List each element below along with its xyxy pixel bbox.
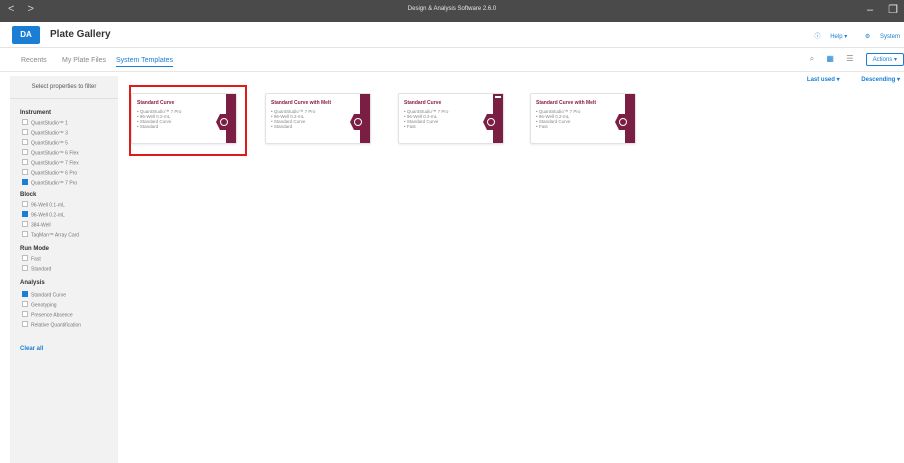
filter-option-label: QuantStudio™ 6 Flex (31, 150, 79, 157)
filter-option[interactable]: Relative Quantification (22, 321, 82, 329)
checkbox[interactable] (22, 255, 28, 261)
filter-option-label: QuantStudio™ 7 Flex (31, 160, 79, 167)
filter-option-label: QuantStudio™ 6 Pro (31, 170, 78, 177)
filter-option-label: Standard (31, 266, 52, 273)
filter-option[interactable]: QuantStudio™ 5 (22, 139, 68, 147)
search-icon[interactable]: ⌕ (810, 54, 814, 64)
filter-option-label: TaqMan™ Array Card (31, 232, 80, 239)
template-card-property: • Standard (271, 124, 293, 129)
filter-option-label: Genotyping (31, 302, 57, 309)
filter-option[interactable]: 96-Well 0.1-mL (22, 201, 65, 209)
filter-option[interactable]: QuantStudio™ 7 Flex (22, 159, 79, 167)
filter-option-label: QuantStudio™ 7 Pro (31, 180, 78, 187)
filter-option-label: Fast (31, 256, 41, 263)
template-card[interactable]: Standard Curve with Melt • QuantStudio™ 7… (530, 93, 636, 144)
filter-section-title: Block (20, 192, 37, 198)
filter-option[interactable]: 96-Well 0.2-mL (22, 211, 65, 219)
filter-option-label: Presence Absence (31, 312, 73, 319)
checkbox[interactable] (22, 129, 28, 135)
template-card[interactable]: Standard Curve • QuantStudio™ 7 Pro • 96-W… (398, 93, 504, 144)
grid-view-icon[interactable]: ▦ (826, 54, 834, 63)
filter-option[interactable]: QuantStudio™ 6 Flex (22, 149, 79, 157)
filter-option-label: QuantStudio™ 5 (31, 140, 68, 147)
app-logo: DA (12, 26, 40, 44)
filter-option-label: 384-Well (31, 222, 51, 229)
sort-controls: Last used ▾ Descending ▾ (787, 76, 900, 83)
window-titlebar: < > Design & Analysis Software 2.6.0 – ❐ (0, 0, 904, 22)
checkbox[interactable] (22, 291, 28, 297)
gear-icon: ⚙ (864, 34, 871, 40)
filter-section-title: Instrument (20, 110, 52, 116)
actions-button[interactable]: Actions ▾ (865, 53, 904, 66)
checkbox[interactable] (22, 221, 28, 227)
checkbox[interactable] (22, 169, 28, 175)
checkbox[interactable] (22, 159, 28, 165)
sort-order-dropdown[interactable]: Descending ▾ (851, 77, 900, 83)
template-card-title: Standard Curve with Melt (271, 100, 332, 106)
filter-sidebar: Select properties to filter Instrument Qu… (10, 76, 118, 463)
checkbox[interactable] (22, 311, 28, 317)
filter-option-label: 96-Well 0.1-mL (31, 202, 65, 209)
checkbox[interactable] (22, 119, 28, 125)
checkbox[interactable] (22, 265, 28, 271)
tab-my-plate-files[interactable]: My Plate Files (62, 57, 106, 64)
filter-option[interactable]: QuantStudio™ 3 (22, 129, 68, 137)
filter-option[interactable]: Standard Curve (22, 291, 67, 299)
maximize-icon[interactable]: ❐ (888, 4, 898, 16)
divider (10, 98, 118, 99)
tab-system-templates[interactable]: System Templates (116, 57, 174, 67)
window-controls: – ❐ (855, 3, 898, 16)
filter-title: Select properties to filter (31, 84, 97, 90)
selection-highlight (129, 85, 247, 156)
sort-field-dropdown[interactable]: Last used ▾ (797, 77, 840, 83)
template-card-property: • Fast (404, 124, 416, 129)
view-tools: ⌕ ▦ ☰ Actions ▾ (810, 53, 904, 67)
filter-option-label: 96-Well 0.2-mL (31, 212, 65, 219)
template-card-properties: • QuantStudio™ 7 Pro • 96-Well 0.2-mL • St… (271, 109, 315, 129)
template-card-properties: • QuantStudio™ 7 Pro • 96-Well 0.2-mL • St… (404, 109, 448, 129)
filter-option-label: QuantStudio™ 1 (31, 120, 68, 127)
filter-option[interactable]: 384-Well (22, 221, 51, 229)
filter-section-title: Analysis (20, 280, 45, 286)
filter-option-label: Relative Quantification (31, 322, 82, 329)
template-card-properties: • QuantStudio™ 7 Pro • 96-Well 0.2-mL • St… (536, 109, 580, 129)
minimize-icon[interactable] (495, 96, 501, 98)
page-title: Plate Gallery (50, 29, 111, 40)
checkbox[interactable] (22, 179, 28, 185)
app-header: DA Plate Gallery ⓘ Help ▾ ⚙ System (0, 22, 904, 48)
checkbox[interactable] (22, 301, 28, 307)
filter-option-label: QuantStudio™ 3 (31, 130, 68, 137)
filter-option[interactable]: Genotyping (22, 301, 57, 309)
filter-option-label: Standard Curve (31, 292, 67, 299)
template-card-title: Standard Curve with Melt (536, 100, 597, 106)
template-card-property: • Fast (536, 124, 548, 129)
minimize-icon[interactable]: – (867, 4, 873, 16)
filter-option[interactable]: QuantStudio™ 7 Pro (22, 179, 78, 187)
checkbox[interactable] (22, 149, 28, 155)
checkbox[interactable] (22, 201, 28, 207)
template-card-title: Standard Curve (404, 100, 442, 106)
help-menu[interactable]: ⓘ Help ▾ (807, 34, 848, 40)
checkbox[interactable] (22, 211, 28, 217)
list-view-icon[interactable]: ☰ (846, 54, 853, 63)
filter-option[interactable]: Standard (22, 265, 52, 273)
system-menu[interactable]: ⚙ System (857, 34, 900, 40)
checkbox[interactable] (22, 231, 28, 237)
header-tools: ⓘ Help ▾ ⚙ System (799, 31, 900, 40)
clear-all-link[interactable]: Clear all (20, 346, 43, 352)
filter-option[interactable]: TaqMan™ Array Card (22, 231, 80, 239)
tab-bar: Recents My Plate Files System Templates … (0, 48, 904, 72)
template-card[interactable]: Standard Curve with Melt • QuantStudio™ 7… (265, 93, 371, 144)
checkbox[interactable] (22, 321, 28, 327)
help-icon: ⓘ (814, 34, 821, 40)
filter-option[interactable]: QuantStudio™ 1 (22, 119, 68, 127)
filter-option[interactable]: Presence Absence (22, 311, 73, 319)
tab-recents[interactable]: Recents (21, 57, 47, 64)
window-title: Design & Analysis Software 2.6.0 (407, 6, 497, 12)
checkbox[interactable] (22, 139, 28, 145)
filter-option[interactable]: Fast (22, 255, 41, 263)
filter-section-title: Run Mode (20, 246, 49, 252)
filter-option[interactable]: QuantStudio™ 6 Pro (22, 169, 78, 177)
